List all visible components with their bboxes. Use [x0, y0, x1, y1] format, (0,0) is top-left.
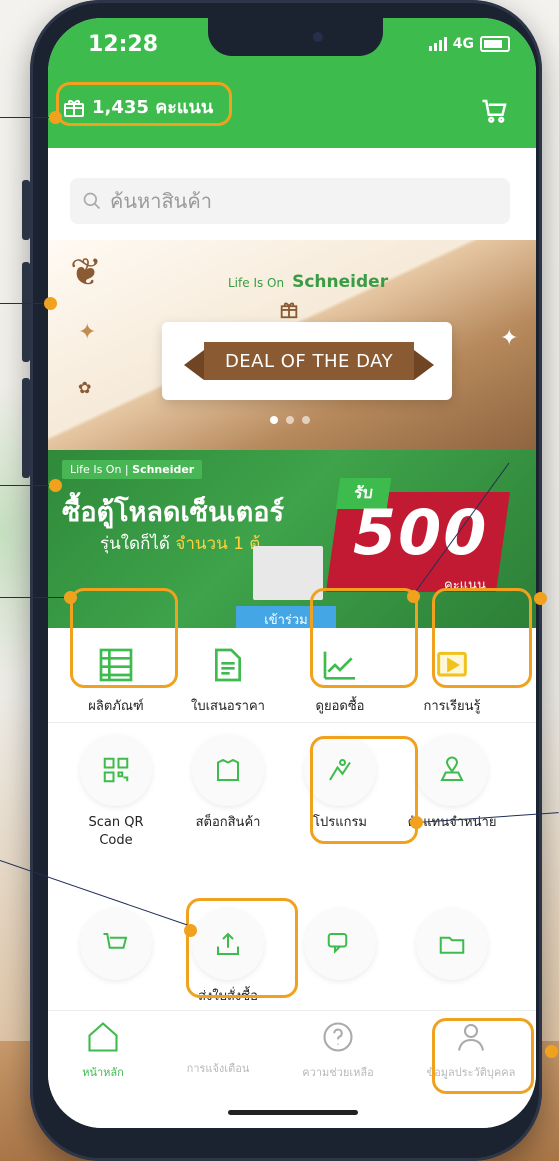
- gift-icon: [278, 298, 300, 320]
- highlight-program: [310, 736, 418, 844]
- menu-item-chat[interactable]: [290, 908, 390, 988]
- menu-item-stock[interactable]: สต็อกสินค้า: [178, 734, 278, 832]
- callout-dot-promo: [49, 479, 62, 492]
- qr-code-icon: [80, 734, 152, 806]
- phone-notch: [208, 18, 383, 56]
- brand-logo: Life Is On Schneider: [228, 272, 389, 292]
- menu-item-folder[interactable]: [402, 908, 502, 988]
- cart-button[interactable]: [480, 96, 510, 130]
- highlight-sales: [310, 588, 418, 688]
- promo-subtitle: รุ่นใดก็ได้ จำนวน 1 ตู้: [100, 534, 261, 554]
- leaf-decoration: ❦: [70, 250, 102, 294]
- phone-screen: 12:28 4G 1,435 คะแนน ค้นหาสินค้า Life Is…: [48, 18, 536, 1128]
- cart-icon: [80, 908, 152, 980]
- highlight-products: [70, 588, 178, 688]
- callout-dot-send-order: [184, 924, 197, 937]
- highlight-learning: [432, 588, 532, 688]
- network-label: 4G: [452, 36, 474, 52]
- callout-dot-deal: [44, 297, 57, 310]
- deal-card: DEAL OF THE DAY: [162, 322, 452, 400]
- highlight-points: [56, 82, 232, 126]
- callout-line-products: [0, 597, 70, 598]
- carousel-dots[interactable]: [270, 416, 310, 424]
- battery-icon: [480, 36, 510, 52]
- deal-banner[interactable]: Life Is On Schneider ❦ ✦ ✿ ✦ DEAL OF THE …: [48, 240, 536, 450]
- callout-dot-products: [64, 591, 77, 604]
- menu-item-quotation[interactable]: ใบเสนอราคา: [178, 642, 278, 716]
- sparkle-decoration-right: ✦: [500, 326, 519, 351]
- phone-volume-up: [22, 262, 30, 362]
- quotation-icon: [205, 642, 251, 688]
- phone-side-button: [22, 180, 30, 240]
- callout-dot-points: [49, 111, 62, 124]
- sparkle-decoration: ✦: [78, 320, 97, 345]
- stock-icon: [192, 734, 264, 806]
- tab-notifications[interactable]: การแจ้งเตือน: [163, 1019, 273, 1077]
- deal-ribbon: DEAL OF THE DAY: [184, 342, 434, 380]
- callout-line-promo: [0, 485, 55, 486]
- status-time: 12:28: [88, 32, 159, 57]
- menu-item-scan-qr[interactable]: Scan QR Code: [66, 734, 166, 850]
- tab-home[interactable]: หน้าหลัก: [48, 1019, 158, 1081]
- folder-icon: [416, 908, 488, 980]
- search-placeholder: ค้นหาสินค้า: [110, 189, 212, 213]
- callout-dot-profile: [545, 1045, 558, 1058]
- promo-title: ซื้อตู้โหลดเซ็นเตอร์: [62, 497, 284, 528]
- promo-amount: 500: [353, 496, 489, 569]
- home-indicator: [228, 1110, 358, 1115]
- callout-dot-program: [410, 816, 423, 829]
- tab-help[interactable]: ความช่วยเหลือ: [283, 1019, 393, 1081]
- home-icon: [88, 1022, 118, 1052]
- help-icon: [323, 1022, 353, 1052]
- chat-icon: [304, 908, 376, 980]
- cart-icon: [482, 99, 507, 123]
- highlight-send-order: [186, 898, 298, 998]
- signal-icon: [428, 37, 447, 51]
- menu-item-cart[interactable]: [66, 908, 166, 988]
- callout-dot-sales: [407, 590, 420, 603]
- search-input[interactable]: ค้นหาสินค้า: [70, 178, 510, 224]
- secondary-menu: Scan QR Code สต็อกสินค้า โปรแกรม ตัวแทนจ…: [48, 730, 536, 910]
- phone-volume-down: [22, 378, 30, 478]
- promo-brand-logo: Life Is On | Schneider: [62, 460, 203, 479]
- gift-decoration: ✿: [78, 378, 92, 397]
- highlight-profile: [432, 1018, 534, 1094]
- bell-icon: [163, 1019, 273, 1055]
- callout-line-points: [0, 117, 55, 118]
- map-pin-icon: [416, 734, 488, 806]
- callout-line-deal: [0, 303, 50, 304]
- callout-dot-learning: [534, 592, 547, 605]
- search-icon: [83, 192, 101, 210]
- status-icons: 4G: [428, 36, 510, 52]
